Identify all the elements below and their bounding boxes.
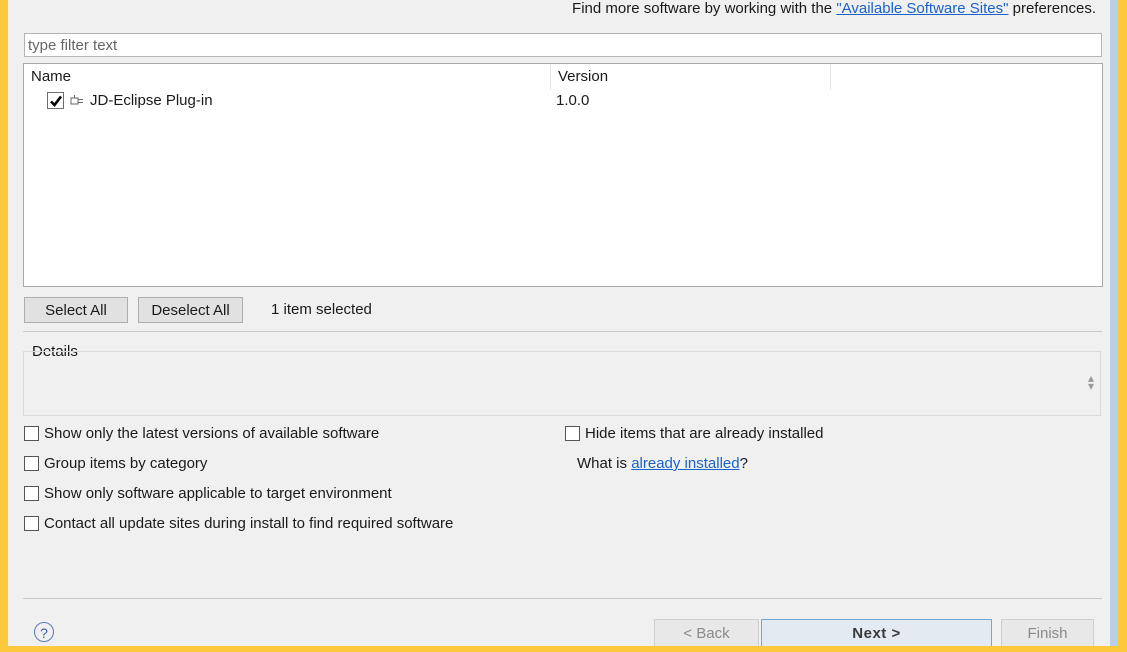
checkbox[interactable] <box>565 426 580 441</box>
already-installed-link[interactable]: already installed <box>631 455 739 472</box>
available-sites-link[interactable]: "Available Software Sites" <box>836 0 1008 17</box>
table-row[interactable]: JD-Eclipse Plug-in 1.0.0 <box>24 90 1102 114</box>
filter-field[interactable] <box>24 33 1102 57</box>
table-header: Name Version <box>24 64 1102 90</box>
checkbox[interactable] <box>24 426 39 441</box>
checkmark-icon <box>50 95 63 107</box>
checkbox[interactable] <box>24 456 39 471</box>
back-button[interactable]: < Back <box>654 619 759 646</box>
next-button[interactable]: Next > <box>761 619 992 646</box>
details-area[interactable]: ▴ ▾ <box>23 351 1101 416</box>
column-header-version[interactable]: Version <box>551 64 831 90</box>
checkbox[interactable] <box>24 516 39 531</box>
what-is-installed: What is already installed? <box>577 455 748 472</box>
option-label: Contact all update sites during install … <box>44 515 454 532</box>
select-all-button[interactable]: Select All <box>24 297 128 323</box>
option-label: Hide items that are already installed <box>585 425 824 442</box>
deselect-all-button[interactable]: Deselect All <box>138 297 243 323</box>
option-applicable-target[interactable]: Show only software applicable to target … <box>24 485 392 502</box>
software-table: Name Version JD-Eclipse Plug-in 1.0.0 <box>23 63 1103 287</box>
install-dialog: Find more software by working with the "… <box>8 0 1118 646</box>
row-version: 1.0.0 <box>556 92 590 109</box>
divider <box>23 331 1102 332</box>
selection-count: 1 item selected <box>271 301 372 318</box>
option-hide-installed[interactable]: Hide items that are already installed <box>565 425 823 442</box>
finish-button[interactable]: Finish <box>1001 619 1094 646</box>
option-contact-sites[interactable]: Contact all update sites during install … <box>24 515 453 532</box>
option-label: Show only the latest versions of availab… <box>44 425 380 442</box>
column-header-name[interactable]: Name <box>24 64 551 90</box>
column-header-empty <box>831 64 1102 90</box>
row-name: JD-Eclipse Plug-in <box>90 92 213 109</box>
option-label: Group items by category <box>44 455 208 472</box>
window-edge <box>1110 0 1118 646</box>
row-checkbox[interactable] <box>47 92 64 109</box>
what-is-text: What is <box>577 455 632 472</box>
footer-divider <box>23 598 1102 599</box>
hint-text-end: preferences. <box>1008 0 1096 17</box>
plugin-icon <box>70 94 86 112</box>
help-icon[interactable]: ? <box>34 622 54 642</box>
hint-text: Find more software by working with the <box>572 0 837 17</box>
checkbox[interactable] <box>24 486 39 501</box>
available-sites-hint: Find more software by working with the "… <box>572 0 1096 17</box>
what-is-suffix: ? <box>739 455 748 472</box>
option-group-by-category[interactable]: Group items by category <box>24 455 207 472</box>
option-label: Show only software applicable to target … <box>44 485 392 502</box>
option-latest-versions[interactable]: Show only the latest versions of availab… <box>24 425 379 442</box>
spinner-icon[interactable]: ▴ ▾ <box>1088 372 1094 392</box>
filter-input[interactable] <box>25 34 1101 56</box>
